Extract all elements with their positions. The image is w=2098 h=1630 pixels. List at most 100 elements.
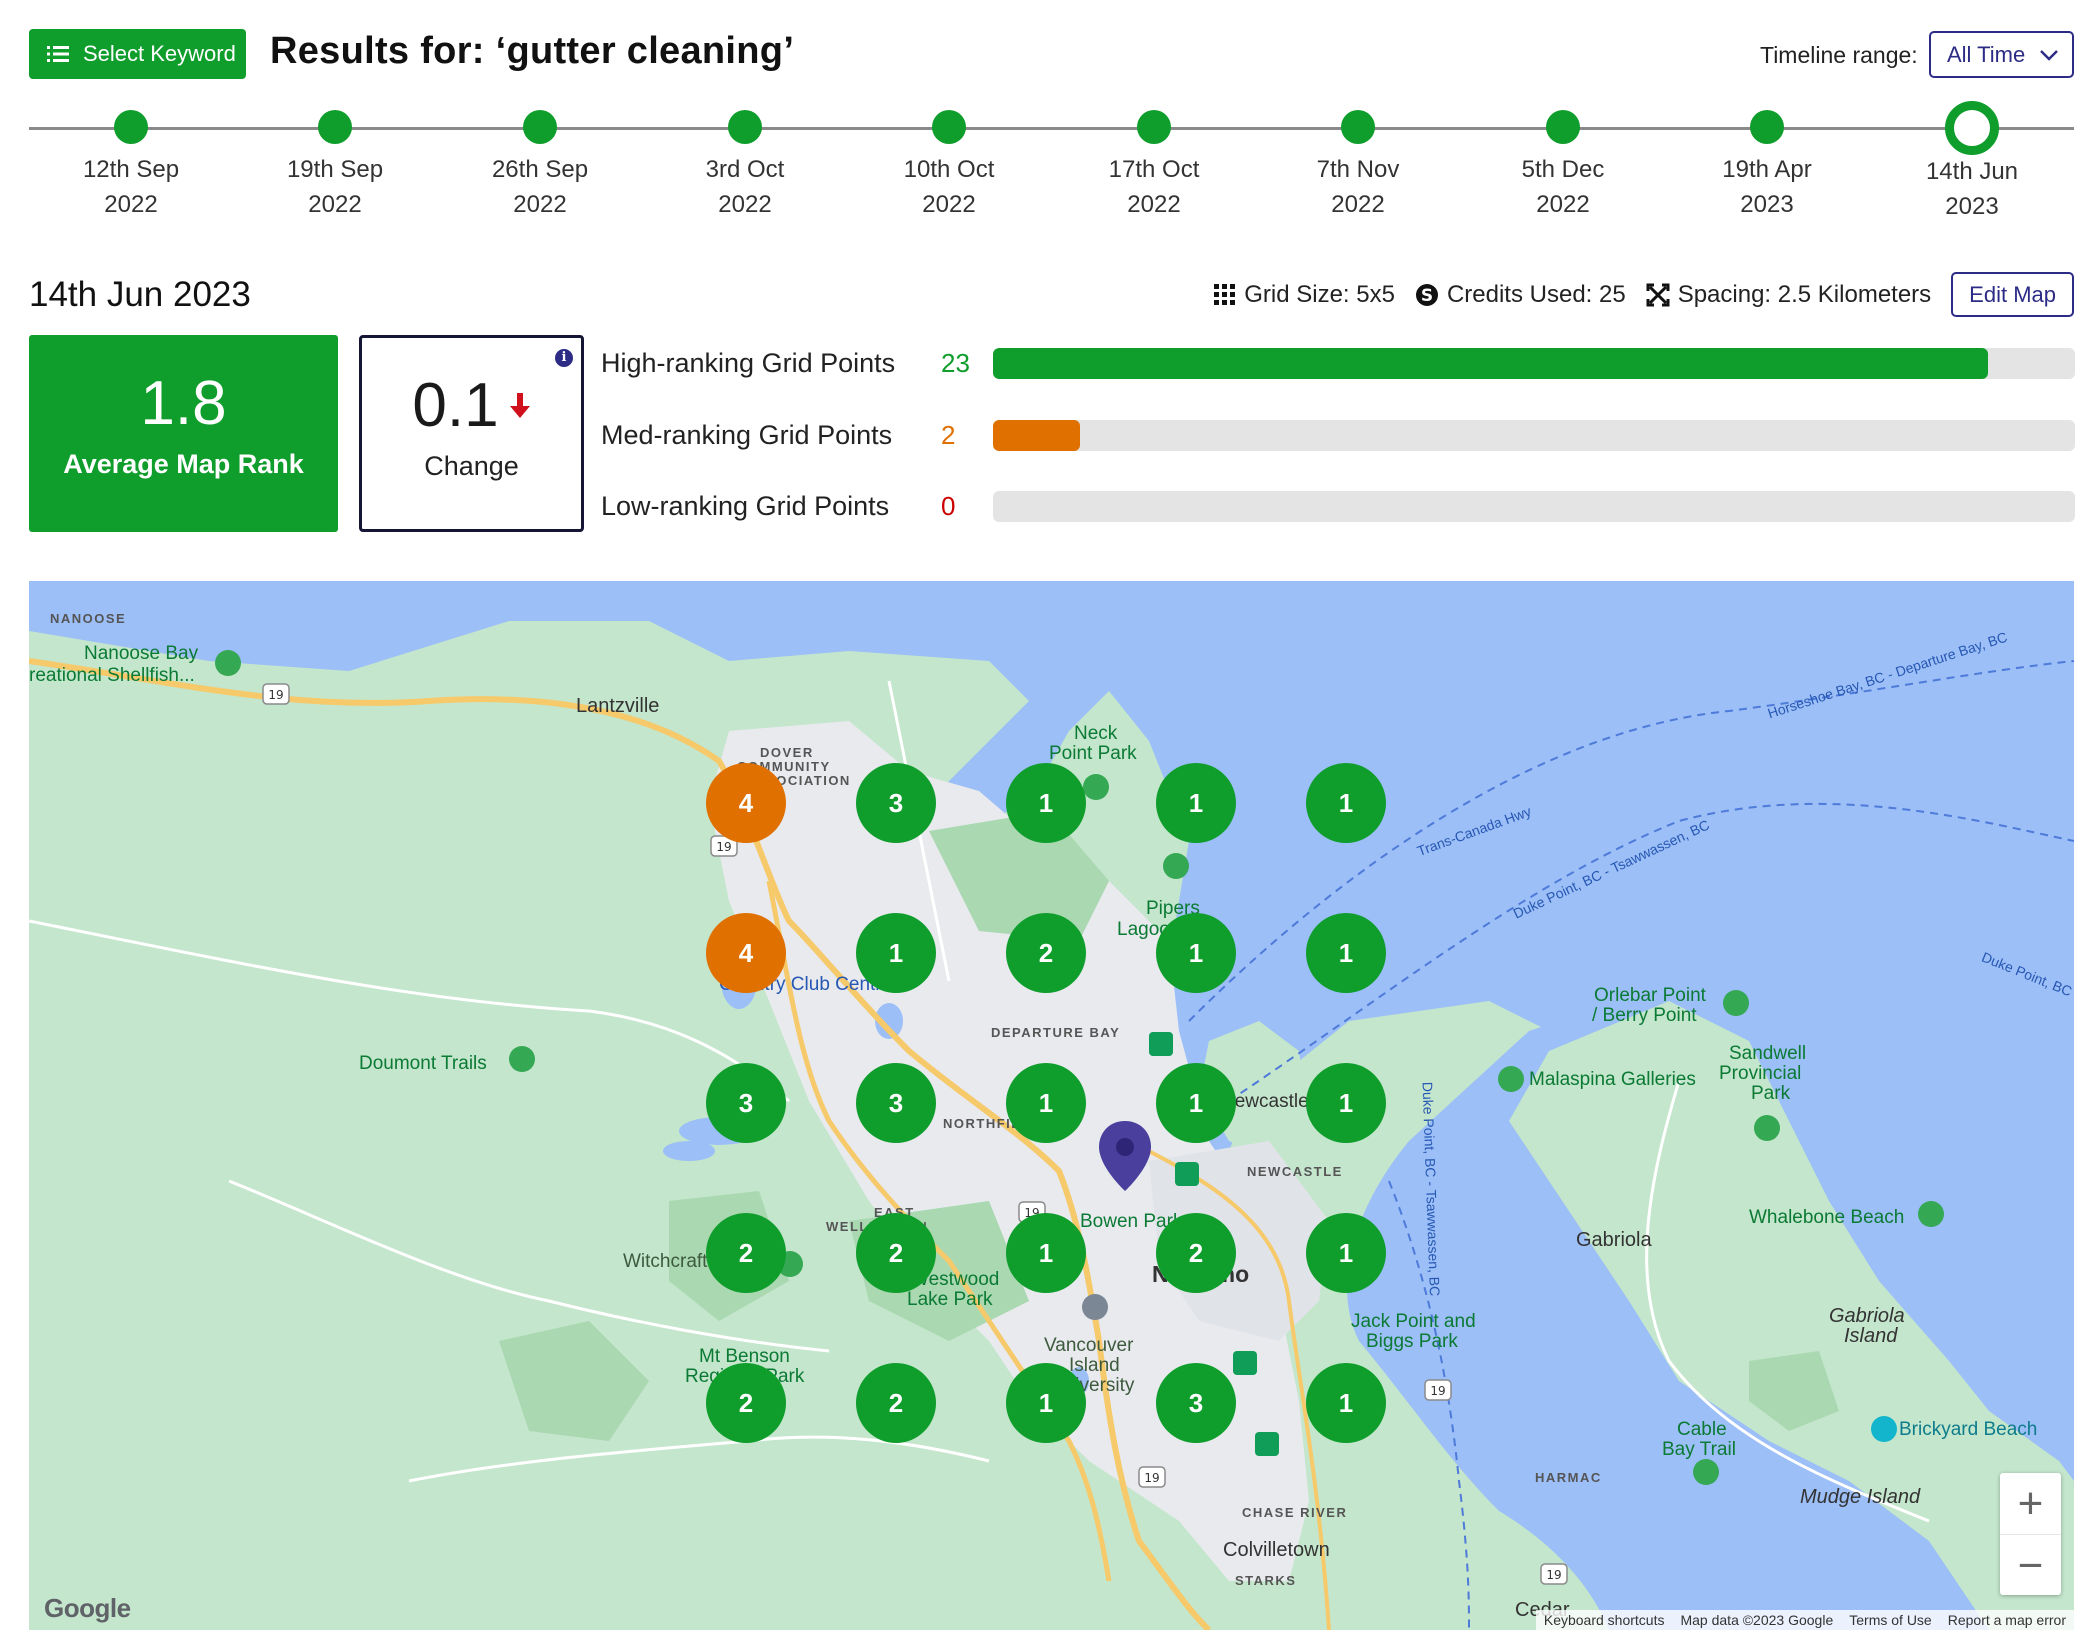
timeline-point[interactable]: 17th Oct 2022 <box>1074 110 1234 222</box>
map-label: Nanoose Bay <box>84 643 199 664</box>
map-label: reational Shellfish... <box>29 665 195 686</box>
timeline-point[interactable]: 5th Dec 2022 <box>1483 110 1643 222</box>
grid-point-marker[interactable]: 2 <box>706 1363 786 1443</box>
timeline-dot[interactable] <box>523 110 557 144</box>
zoom-in-button[interactable]: + <box>2000 1473 2061 1535</box>
edit-map-button[interactable]: Edit Map <box>1951 272 2074 317</box>
grid-point-marker[interactable]: 1 <box>1306 1213 1386 1293</box>
timeline-point[interactable]: 19th Sep 2022 <box>255 110 415 222</box>
map-label: Point Park <box>1049 743 1137 764</box>
map-label: Mudge Island <box>1800 1486 1921 1508</box>
timeline-point-active[interactable]: 14th Jun 2023 <box>1892 101 2052 224</box>
timeline-date: 5th Dec 2022 <box>1521 156 1605 218</box>
grid-point-marker[interactable]: 2 <box>1006 913 1086 993</box>
timeline-point[interactable]: 7th Nov 2022 <box>1278 110 1438 222</box>
med-ranking-bar <box>993 419 2075 451</box>
grid-point-marker[interactable]: 1 <box>1156 913 1236 993</box>
change-label: Change <box>424 451 519 481</box>
map-label: Doumont Trails <box>359 1053 487 1074</box>
timeline-point[interactable]: 10th Oct 2022 <box>869 110 1029 222</box>
map-attribution: Keyboard shortcuts Map data ©2023 Google… <box>1535 1610 2074 1630</box>
grid-point-marker[interactable]: 2 <box>1156 1213 1236 1293</box>
grid-point-marker[interactable]: 3 <box>856 1063 936 1143</box>
grid-point-marker[interactable]: 3 <box>1156 1363 1236 1443</box>
timeline-point[interactable]: 12th Sep 2022 <box>51 110 211 222</box>
grid-point-marker[interactable]: 4 <box>706 913 786 993</box>
expand-icon <box>1646 283 1670 306</box>
report-error-link[interactable]: Report a map error <box>1948 1612 2066 1628</box>
zoom-controls: + − <box>2000 1473 2061 1595</box>
grid-size-info: Grid Size: 5x5 <box>1214 281 1395 309</box>
timeline-dot[interactable] <box>1546 110 1580 144</box>
timeline-dot[interactable] <box>728 110 762 144</box>
timeline-dot[interactable] <box>1137 110 1171 144</box>
map-label: Bay Trail <box>1662 1439 1736 1460</box>
timeline-point[interactable]: 26th Sep 2022 <box>460 110 620 222</box>
keyboard-shortcuts-link[interactable]: Keyboard shortcuts <box>1544 1612 1665 1628</box>
map-label: Colvilletown <box>1223 1539 1330 1561</box>
grid-point-marker[interactable]: 2 <box>856 1363 936 1443</box>
select-keyword-button[interactable]: Select Keyword <box>29 29 246 79</box>
scan-meta: Grid Size: 5x5 S Credits Used: 25 Spacin… <box>1214 272 2074 317</box>
timeline-date: 7th Nov 2022 <box>1316 156 1400 218</box>
terms-link[interactable]: Terms of Use <box>1849 1612 1931 1628</box>
info-icon[interactable]: i <box>555 349 573 367</box>
selected-date-heading: 14th Jun 2023 <box>29 275 251 314</box>
rank-map[interactable]: 19 19 19 19 19 19 NANOOSE Nanoose Bay reation… <box>29 581 2074 1630</box>
map-label: Park <box>1751 1083 1791 1104</box>
timeline-dot[interactable] <box>932 110 966 144</box>
grid-point-marker[interactable]: 1 <box>1156 763 1236 843</box>
grid-point-marker[interactable]: 1 <box>1156 1063 1236 1143</box>
svg-text:19: 19 <box>716 840 731 854</box>
map-label: DOVER <box>760 745 814 760</box>
grid-point-marker[interactable]: 1 <box>1306 763 1386 843</box>
timeline-point[interactable]: 19th Apr 2023 <box>1687 110 1847 222</box>
timeline-point[interactable]: 3rd Oct 2022 <box>665 110 825 222</box>
map-label: Vancouver <box>1044 1335 1134 1356</box>
change-value: 0.1 <box>412 371 499 440</box>
map-label: Gabriola <box>1576 1229 1652 1251</box>
grid-point-marker[interactable]: 1 <box>1306 913 1386 993</box>
map-label: Lake Park <box>907 1289 993 1310</box>
timeline-date: 14th Jun 2023 <box>1925 158 2019 220</box>
zoom-out-button[interactable]: − <box>2000 1535 2061 1596</box>
timeline-date: 10th Oct 2022 <box>903 156 995 218</box>
low-ranking-label: Low-ranking Grid Points <box>601 490 890 521</box>
grid-point-marker[interactable]: 1 <box>856 913 936 993</box>
grid-point-marker[interactable]: 1 <box>1006 1063 1086 1143</box>
page-title: Results for: ‘gutter cleaning’ <box>270 30 795 72</box>
timeline-range-select[interactable]: All Time <box>1929 31 2074 78</box>
select-keyword-label: Select Keyword <box>83 41 236 66</box>
coin-icon: S <box>1415 283 1438 306</box>
grid-point-marker[interactable]: 2 <box>856 1213 936 1293</box>
map-label: DEPARTURE BAY <box>991 1025 1121 1040</box>
timeline-date: 19th Sep 2022 <box>286 156 384 218</box>
timeline-range-label: Timeline range: <box>1760 42 1918 68</box>
timeline-dot-active[interactable] <box>1945 101 1999 155</box>
grid-point-marker[interactable]: 3 <box>706 1063 786 1143</box>
low-ranking-row: Low-ranking Grid Points 0 <box>601 486 2075 526</box>
timeline-date: 3rd Oct 2022 <box>705 156 785 218</box>
grid-point-marker[interactable]: 1 <box>1306 1363 1386 1443</box>
timeline-dot[interactable] <box>1750 110 1784 144</box>
timeline-range-value: All Time <box>1947 41 2026 67</box>
timeline-dot[interactable] <box>114 110 148 144</box>
grid-point-marker[interactable]: 1 <box>1006 1213 1086 1293</box>
timeline-dot[interactable] <box>318 110 352 144</box>
grid-point-marker[interactable]: 3 <box>856 763 936 843</box>
low-ranking-count: 0 <box>941 490 956 521</box>
map-label: Sandwell <box>1729 1043 1807 1064</box>
timeline-date: 17th Oct 2022 <box>1108 156 1200 218</box>
grid-point-marker[interactable]: 2 <box>706 1213 786 1293</box>
grid-point-marker[interactable]: 1 <box>1306 1063 1386 1143</box>
high-ranking-bar-fill <box>993 347 1989 379</box>
grid-point-marker[interactable]: 4 <box>706 763 786 843</box>
timeline-dot[interactable] <box>1341 110 1375 144</box>
high-ranking-count: 23 <box>941 347 970 378</box>
med-ranking-bar-fill <box>993 419 1080 451</box>
map-label: STARKS <box>1235 1573 1297 1588</box>
grid-point-marker[interactable]: 1 <box>1006 763 1086 843</box>
grid-point-marker[interactable]: 1 <box>1006 1363 1086 1443</box>
map-label: Island <box>1844 1325 1898 1347</box>
map-label: Whalebone Beach <box>1749 1207 1905 1228</box>
